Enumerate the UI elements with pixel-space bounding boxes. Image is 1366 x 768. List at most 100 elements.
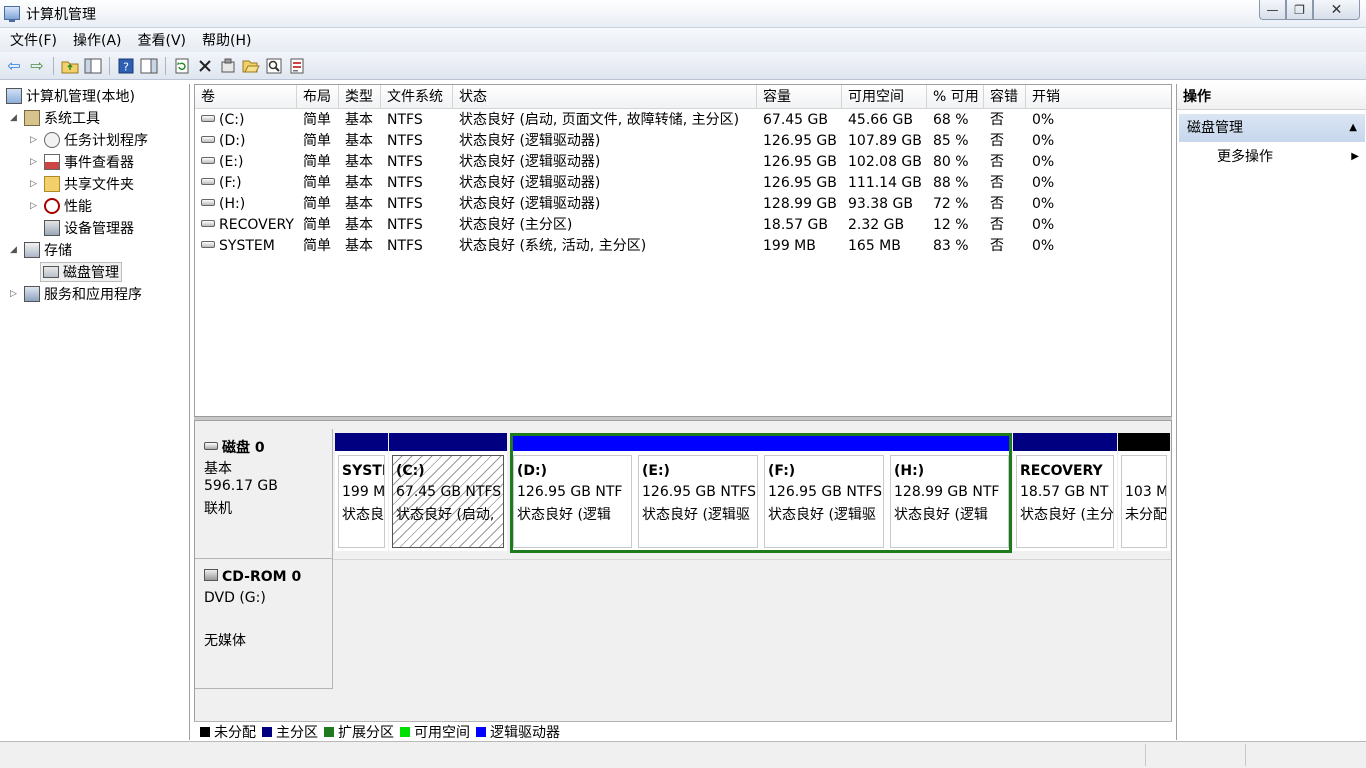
column-header-filesystem[interactable]: 文件系统 [381,85,453,109]
partition-status: 状态良好 (主分 [1020,507,1114,523]
cell-text: 199 MB [763,238,816,254]
tree-item-storage[interactable]: ◢ 存储 [10,240,72,260]
legend-label: 扩展分区 [338,724,394,741]
toolbar-separator [165,56,166,75]
cell-text: 基本 [345,217,373,233]
cell-overhead: 0% [1026,110,1171,131]
partition-status: 状态良 [342,507,384,523]
partition-unallocated[interactable]: 103 M 未分配 [1118,433,1170,551]
cdrom0-volume-area[interactable] [333,559,1171,689]
cell-text: NTFS [387,217,423,233]
menu-view[interactable]: 查看(V) [132,28,193,52]
cell-text: 102.08 GB [848,154,922,170]
minimize-button[interactable]: — [1259,0,1286,20]
column-header-free-space[interactable]: 可用空间 [842,85,927,109]
search-icon[interactable] [264,56,284,76]
partition-logical[interactable]: (F:) 126.95 GB NTFS 状态良好 (逻辑驱 [761,433,887,551]
column-header-layout[interactable]: 布局 [297,85,339,109]
table-row[interactable]: (F:) 简单 基本 NTFS 状态良好 (逻辑驱动器) 126.95 GB 111.14 … [195,173,1171,194]
cdrom0-label[interactable]: CD-ROM 0 DVD (G:) 无媒体 [195,559,333,689]
column-header-fault-tolerance[interactable]: 容错 [984,85,1026,109]
column-header-capacity[interactable]: 容量 [757,85,842,109]
tree-item-performance[interactable]: ▷ 性能 [30,196,92,216]
table-row[interactable]: (H:) 简单 基本 NTFS 状态良好 (逻辑驱动器) 128.99 GB 93.38 G… [195,194,1171,215]
export-icon[interactable] [287,56,307,76]
partition-primary[interactable]: RECOVERY 18.57 GB NT 状态良好 (主分 [1013,433,1117,551]
menu-help[interactable]: 帮助(H) [196,28,257,52]
cell-status: 状态良好 (逻辑驱动器) [453,131,757,152]
cell-filesystem: NTFS [381,194,453,215]
up-folder-icon[interactable] [60,56,80,76]
more-actions-label: 更多操作 [1217,149,1273,165]
tree-item-device-manager[interactable]: 设备管理器 [44,218,134,238]
partition-logical[interactable]: (H:) 128.99 GB NTF 状态良好 (逻辑 [887,433,1012,551]
partition-logical[interactable]: (D:) 126.95 GB NTF 状态良好 (逻辑 [510,433,635,551]
show-hide-tree-icon[interactable] [83,56,103,76]
tree-item-disk-management[interactable]: 磁盘管理 [40,262,122,282]
volume-list: 卷 布局 类型 文件系统 状态 容量 可用空间 % 可用 容错 开销 (C:) 简… [194,84,1172,418]
action-pane-icon[interactable] [139,56,159,76]
cell-filesystem: NTFS [381,173,453,194]
back-icon[interactable]: ⇦ [4,56,24,76]
menu-action[interactable]: 操作(A) [67,28,128,52]
expand-icon[interactable]: ▷ [30,157,40,167]
cell-text: 简单 [303,196,331,212]
cell-free-space: 111.14 GB [842,173,927,194]
table-row[interactable]: SYSTEM 简单 基本 NTFS 状态良好 (系统, 活动, 主分区) 199 MB 16… [195,236,1171,257]
partition-logical[interactable]: (E:) 126.95 GB NTFS 状态良好 (逻辑驱 [635,433,761,551]
forward-icon[interactable]: ⇨ [27,56,47,76]
cell-layout: 简单 [297,236,339,257]
table-row[interactable]: (D:) 简单 基本 NTFS 状态良好 (逻辑驱动器) 126.95 GB 107.89 … [195,131,1171,152]
cell-type: 基本 [339,173,381,194]
cell-type: 基本 [339,131,381,152]
cell-type: 基本 [339,110,381,131]
disk0-label[interactable]: 磁盘 0 基本 596.17 GB 联机 [195,429,333,559]
close-button[interactable]: ✕ [1313,0,1360,20]
expand-icon[interactable]: ▷ [30,201,40,211]
cell-overhead: 0% [1026,152,1171,173]
actions-group-disk-management[interactable]: 磁盘管理 ▲ [1179,114,1365,142]
tree-item-task-scheduler[interactable]: ▷ 任务计划程序 [30,130,148,150]
cell-filesystem: NTFS [381,152,453,173]
expand-icon[interactable]: ▷ [30,179,40,189]
submenu-arrow-icon: ▶ [1351,151,1359,162]
refresh-icon[interactable] [172,56,192,76]
column-header-status[interactable]: 状态 [453,85,757,109]
cell-text: 45.66 GB [848,112,913,128]
tree-item-services[interactable]: ▷ 服务和应用程序 [10,284,142,304]
partition-primary[interactable]: SYSTI 199 M 状态良 [335,433,388,551]
tree-item-event-viewer[interactable]: ▷ 事件查看器 [30,152,134,172]
partition-color-bar [761,433,887,451]
maximize-button[interactable]: ❐ [1286,0,1313,20]
tree-item-shared-folders[interactable]: ▷ 共享文件夹 [30,174,134,194]
tree-item-system-tools[interactable]: ◢ 系统工具 [10,108,100,128]
tree-item-root[interactable]: 计算机管理(本地) [6,86,135,106]
collapse-icon[interactable]: ◢ [10,245,20,255]
column-header-type[interactable]: 类型 [339,85,381,109]
computer-management-icon [4,6,20,22]
help-icon[interactable]: ? [116,56,136,76]
column-header-percent-free[interactable]: % 可用 [927,85,984,109]
properties-icon[interactable] [218,56,238,76]
expand-icon[interactable]: ▷ [10,289,20,299]
partition-primary[interactable]: (C:) 67.45 GB NTFS 状态良好 (启动, [389,433,507,551]
delete-icon[interactable] [195,56,215,76]
cell-text: 2.32 GB [848,217,905,233]
open-icon[interactable] [241,56,261,76]
menu-file[interactable]: 文件(F) [4,28,63,52]
table-row[interactable]: (E:) 简单 基本 NTFS 状态良好 (逻辑驱动器) 126.95 GB 102.08 … [195,152,1171,173]
table-row[interactable]: RECOVERY 简单 基本 NTFS 状态良好 (主分区) 18.57 GB 2.32 G… [195,215,1171,236]
expand-icon[interactable]: ▷ [30,135,40,145]
cell-filesystem: NTFS [381,131,453,152]
table-row[interactable]: (C:) 简单 基本 NTFS 状态良好 (启动, 页面文件, 故障转储, 主分区) 67… [195,110,1171,131]
more-actions-item[interactable]: 更多操作 ▶ [1217,146,1363,168]
collapse-up-icon[interactable]: ▲ [1349,114,1357,142]
column-header-overhead[interactable]: 开销 [1026,85,1171,109]
cell-overhead: 0% [1026,131,1171,152]
column-header-volume[interactable]: 卷 [195,85,297,109]
legend-swatch [262,726,272,737]
collapse-icon[interactable]: ◢ [10,113,20,123]
cell-text: RECOVERY [219,217,294,233]
cell-text: 基本 [345,196,373,212]
cell-text: 基本 [345,112,373,128]
